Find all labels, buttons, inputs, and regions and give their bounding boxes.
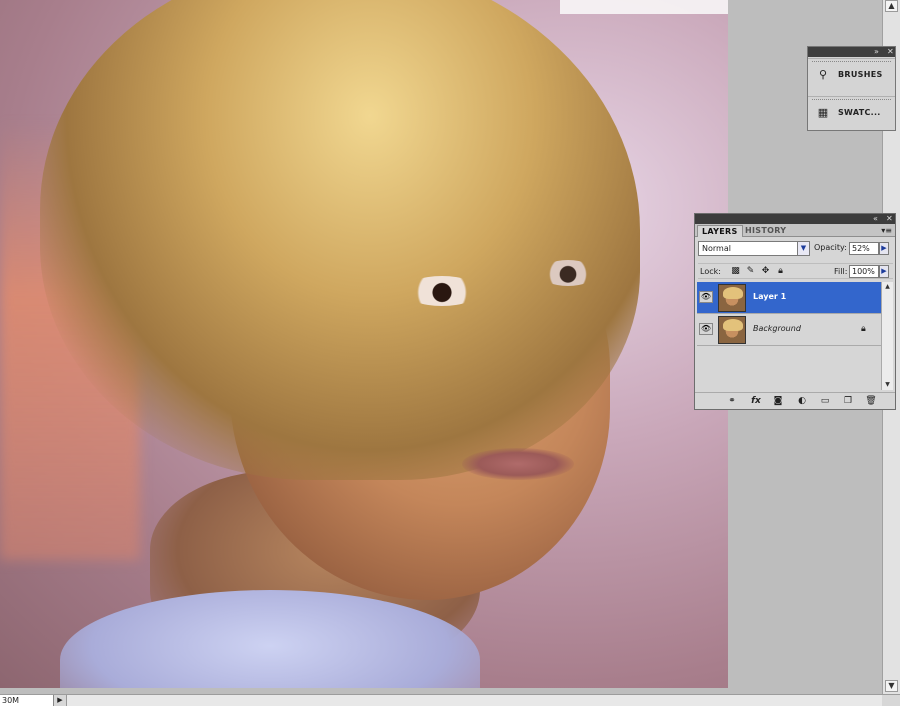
layers-panel: « ✕ LAYERS HISTORY ▾≡ Normal ▼ Opacity: … (694, 213, 896, 410)
lock-all-icon[interactable]: 🔒︎ (775, 266, 786, 277)
layer-list: 👁︎ Layer 1 👁︎ Background 🔒︎ (697, 282, 881, 390)
fill-label: Fill: (834, 267, 848, 276)
layer-thumbnail (718, 316, 746, 344)
photo-lips (462, 448, 574, 480)
panel-tabs: LAYERS HISTORY ▾≡ (695, 224, 895, 237)
blend-mode-select[interactable]: Normal ▼ (698, 241, 810, 256)
scroll-up-icon[interactable]: ▲ (883, 282, 892, 291)
adjustment-layer-icon[interactable]: ◐ (795, 396, 809, 407)
blend-mode-value: Normal (702, 244, 731, 253)
scroll-up-icon[interactable]: ▲ (885, 0, 898, 12)
expand-panels-icon[interactable]: » (874, 47, 879, 57)
swatches-icon: ▦ (817, 106, 829, 119)
new-layer-icon[interactable]: ❐ (841, 396, 855, 407)
layer-row-layer-1[interactable]: 👁︎ Layer 1 (697, 282, 881, 314)
photo-eye-left (404, 276, 480, 306)
lock-icon: 🔒︎ (861, 324, 866, 334)
layers-bottom-toolbar: ⚭ fx ◙ ◐ ▭ ❐ 🗑︎ (695, 392, 895, 409)
new-group-icon[interactable]: ▭ (818, 396, 832, 407)
layers-titlebar[interactable]: « ✕ (695, 214, 895, 224)
blend-opacity-row: Normal ▼ Opacity: 52% ▶ (698, 241, 893, 257)
grip-handle[interactable] (812, 99, 891, 101)
lock-transparent-icon[interactable]: ▩ (730, 266, 741, 277)
opacity-slider-arrow-icon[interactable]: ▶ (879, 242, 889, 255)
dock-item-label: BRUSHES (838, 70, 883, 79)
collapse-panel-icon[interactable]: « (873, 214, 878, 224)
close-icon[interactable]: ✕ (887, 47, 894, 57)
scroll-down-icon[interactable]: ▼ (883, 380, 892, 389)
opacity-label: Opacity: (814, 243, 847, 252)
layer-name: Background (753, 324, 801, 333)
layer-name: Layer 1 (753, 292, 787, 301)
chevron-down-icon[interactable]: ▼ (797, 242, 809, 255)
eye-visibility-icon[interactable]: 👁︎ (699, 291, 713, 303)
eye-visibility-icon[interactable]: 👁︎ (699, 323, 713, 335)
status-menu-arrow-icon[interactable]: ▶ (55, 695, 65, 706)
panel-dock: » ✕ ⚲ BRUSHES ▦ SWATC... (807, 46, 896, 131)
grip-handle[interactable] (812, 61, 891, 63)
lock-label: Lock: (700, 267, 721, 276)
dock-item-swatches[interactable]: ▦ SWATC... (808, 96, 895, 126)
opacity-field[interactable]: 52% (849, 242, 879, 255)
dock-item-label: SWATC... (838, 108, 881, 117)
trash-icon[interactable]: 🗑︎ (864, 396, 878, 407)
document-canvas[interactable] (0, 0, 728, 688)
canvas-top-highlight (560, 0, 728, 14)
fill-slider-arrow-icon[interactable]: ▶ (879, 265, 889, 278)
dock-item-brushes[interactable]: ⚲ BRUSHES (808, 58, 895, 88)
fx-icon[interactable]: fx (749, 396, 763, 407)
tab-layers[interactable]: LAYERS (697, 225, 743, 237)
dock-titlebar[interactable]: » ✕ (808, 47, 895, 57)
status-bar: 30M ▶ (0, 694, 900, 706)
layer-thumbnail (718, 284, 746, 312)
link-layers-icon[interactable]: ⚭ (725, 396, 739, 407)
lock-pixels-icon[interactable]: ✎ (745, 266, 756, 277)
lock-position-icon[interactable]: ✥ (760, 266, 771, 277)
lock-fill-row: Lock: ▩ ✎ ✥ 🔒︎ Fill: 100% ▶ (698, 263, 893, 279)
layer-list-scrollbar[interactable]: ▲ ▼ (881, 282, 893, 390)
zoom-level[interactable]: 30M (0, 695, 54, 706)
panel-menu-icon[interactable]: ▾≡ (881, 225, 892, 236)
fill-field[interactable]: 100% (849, 265, 879, 278)
close-icon[interactable]: ✕ (886, 214, 893, 224)
photo-hair (40, 0, 640, 480)
brush-icon: ⚲ (818, 68, 828, 81)
photo-eye-right (540, 260, 596, 286)
add-mask-icon[interactable]: ◙ (771, 396, 785, 407)
horizontal-scrollbar[interactable] (66, 695, 882, 706)
scroll-down-icon[interactable]: ▼ (885, 680, 898, 692)
tab-history[interactable]: HISTORY (741, 225, 790, 237)
layer-row-background[interactable]: 👁︎ Background 🔒︎ (697, 314, 881, 346)
